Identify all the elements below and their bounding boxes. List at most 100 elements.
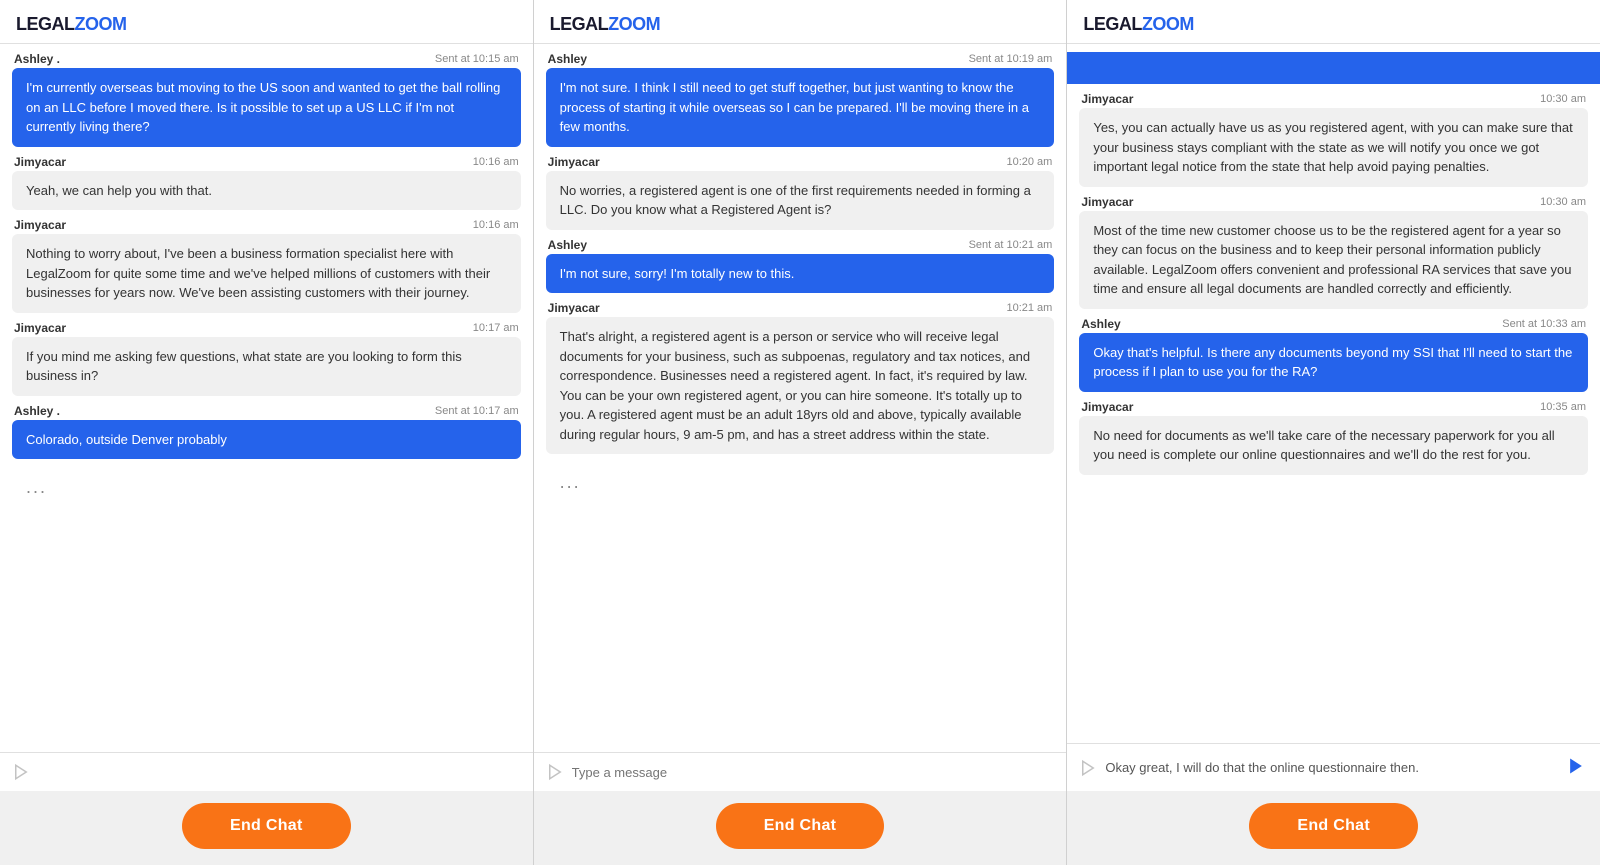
message-row: Jimyacar 10:30 am Most of the time new cus… <box>1079 195 1588 309</box>
typing-row: ... <box>12 467 521 508</box>
message-time: 10:30 am <box>1540 93 1586 105</box>
messages-area: Ashley Sent at 10:19 am I'm not sure. I th… <box>534 44 1067 752</box>
message-meta: AshleySent at 10:33 am <box>1079 317 1588 331</box>
end-chat-button[interactable]: End Chat <box>182 803 351 849</box>
agent-bubble: Nothing to worry about, I've been a busi… <box>12 234 521 313</box>
message-row: AshleySent at 10:33 am Okay that's helpfu… <box>1079 317 1588 392</box>
sender-name: Ashley <box>548 238 587 252</box>
send-icon-left <box>546 763 564 781</box>
message-meta: Jimyacar 10:20 am <box>546 155 1055 169</box>
sender-name: Ashley <box>548 52 587 66</box>
sender-name: Ashley . <box>14 404 60 418</box>
message-row: Ashley Sent at 10:19 am I'm not sure. I th… <box>546 52 1055 147</box>
user-bubble: Okay that's helpful. Is there any docume… <box>1079 333 1588 392</box>
logo: LEGALZOOM <box>1083 14 1584 35</box>
send-arrow-icon <box>1566 756 1586 776</box>
message-meta: Jimyacar 10:17 am <box>12 321 521 335</box>
message-meta: Jimyacar10:16 am <box>12 155 521 169</box>
message-row: Jimyacar10:16 am Yeah, we can help you wi… <box>12 155 521 211</box>
sender-name: Jimyacar <box>14 218 66 232</box>
message-time: 10:35 am <box>1540 401 1586 413</box>
logo-blue: ZOOM <box>75 14 127 34</box>
bottom-bar: End Chat <box>1067 791 1600 865</box>
message-input[interactable] <box>572 765 1055 780</box>
message-row: Jimyacar 10:30 am Yes, you can actually ha… <box>1079 92 1588 187</box>
agent-bubble: Yeah, we can help you with that. <box>12 171 521 211</box>
message-row: Jimyacar 10:20 am No worries, a registered… <box>546 155 1055 230</box>
message-time: 10:20 am <box>1006 156 1052 168</box>
message-row: Ashley . Sent at 10:17 am Colorado, outsid… <box>12 404 521 460</box>
messages-area: Ashley .Sent at 10:15 amI'm currently ov… <box>0 44 533 752</box>
message-meta: Jimyacar 10:30 am <box>1079 92 1588 106</box>
panel-header: LEGALZOOM <box>534 0 1067 44</box>
logo: LEGALZOOM <box>550 14 1051 35</box>
message-meta: Ashley Sent at 10:21 am <box>546 238 1055 252</box>
agent-bubble: Most of the time new customer choose us … <box>1079 211 1588 309</box>
chat-panel-1: LEGALZOOM Ashley .Sent at 10:15 amI'm cu… <box>0 0 534 865</box>
input-area <box>534 752 1067 791</box>
message-time: Sent at 10:33 am <box>1502 318 1586 330</box>
logo-black: LEGAL <box>16 14 75 34</box>
logo: LEGALZOOM <box>16 14 517 35</box>
logo-blue: ZOOM <box>608 14 660 34</box>
panel-header: LEGALZOOM <box>1067 0 1600 44</box>
sender-name: Jimyacar <box>548 301 600 315</box>
message-row: Jimyacar10:16 am Nothing to worry about, … <box>12 218 521 313</box>
sender-name: Jimyacar <box>1081 92 1133 106</box>
input-area <box>0 752 533 791</box>
sender-name: Jimyacar <box>14 321 66 335</box>
send-icon-left <box>12 763 30 781</box>
message-meta: Jimyacar 10:30 am <box>1079 195 1588 209</box>
message-time: Sent at 10:19 am <box>969 53 1053 65</box>
end-chat-button[interactable]: End Chat <box>716 803 885 849</box>
logo-black: LEGAL <box>1083 14 1142 34</box>
message-row: Jimyacar 10:35 am No need for documents as… <box>1079 400 1588 475</box>
user-bubble: I'm not sure. I think I still need to ge… <box>546 68 1055 147</box>
message-meta: Ashley .Sent at 10:15 am <box>12 52 521 66</box>
message-meta: Ashley Sent at 10:19 am <box>546 52 1055 66</box>
sender-name: Jimyacar <box>548 155 600 169</box>
sender-name: Jimyacar <box>1081 195 1133 209</box>
message-meta: Jimyacar10:16 am <box>12 218 521 232</box>
message-input[interactable] <box>38 765 521 780</box>
sender-name: Jimyacar <box>1081 400 1133 414</box>
message-row: Ashley .Sent at 10:15 am I'm currently ov… <box>12 52 521 147</box>
message-time: 10:30 am <box>1540 196 1586 208</box>
typing-indicator: ... <box>546 462 1055 503</box>
agent-bubble: That's alright, a registered agent is a … <box>546 317 1055 454</box>
typing-indicator: ... <box>12 467 521 508</box>
message-time: 10:17 am <box>473 322 519 334</box>
send-button[interactable] <box>1564 754 1588 781</box>
bottom-bar: End Chat <box>534 791 1067 865</box>
highlight-bar <box>1067 52 1600 84</box>
user-bubble: I'm currently overseas but moving to the… <box>12 68 521 147</box>
message-meta: Jimyacar 10:35 am <box>1079 400 1588 414</box>
chat-panel-3: LEGALZOOM Jimyacar 10:30 am Yes, you can a… <box>1067 0 1600 865</box>
logo-black: LEGAL <box>550 14 609 34</box>
sender-name: Jimyacar <box>14 155 66 169</box>
end-chat-button[interactable]: End Chat <box>1249 803 1418 849</box>
message-time: 10:21 am <box>1006 302 1052 314</box>
agent-bubble: Yes, you can actually have us as you reg… <box>1079 108 1588 187</box>
message-time: Sent at 10:21 am <box>969 239 1053 251</box>
user-bubble: Colorado, outside Denver probably <box>12 420 521 460</box>
chat-panel-2: LEGALZOOM Ashley Sent at 10:19 am I'm not … <box>534 0 1068 865</box>
typing-row: ... <box>546 462 1055 503</box>
input-area <box>1067 743 1600 791</box>
agent-bubble: No worries, a registered agent is one of… <box>546 171 1055 230</box>
message-meta: Ashley . Sent at 10:17 am <box>12 404 521 418</box>
panel-header: LEGALZOOM <box>0 0 533 44</box>
user-bubble: I'm not sure, sorry! I'm totally new to … <box>546 254 1055 294</box>
message-meta: Jimyacar 10:21 am <box>546 301 1055 315</box>
bottom-bar: End Chat <box>0 791 533 865</box>
message-row: Jimyacar 10:17 am If you mind me asking fe… <box>12 321 521 396</box>
message-time: Sent at 10:15 am <box>435 53 519 65</box>
message-input[interactable] <box>1105 760 1556 775</box>
send-icon-left <box>1079 759 1097 777</box>
message-time: Sent at 10:17 am <box>435 405 519 417</box>
agent-bubble: If you mind me asking few questions, wha… <box>12 337 521 396</box>
message-row: Jimyacar 10:21 am That's alright, a regist… <box>546 301 1055 454</box>
messages-area: Jimyacar 10:30 am Yes, you can actually ha… <box>1067 44 1600 743</box>
agent-bubble: No need for documents as we'll take care… <box>1079 416 1588 475</box>
logo-blue: ZOOM <box>1142 14 1194 34</box>
